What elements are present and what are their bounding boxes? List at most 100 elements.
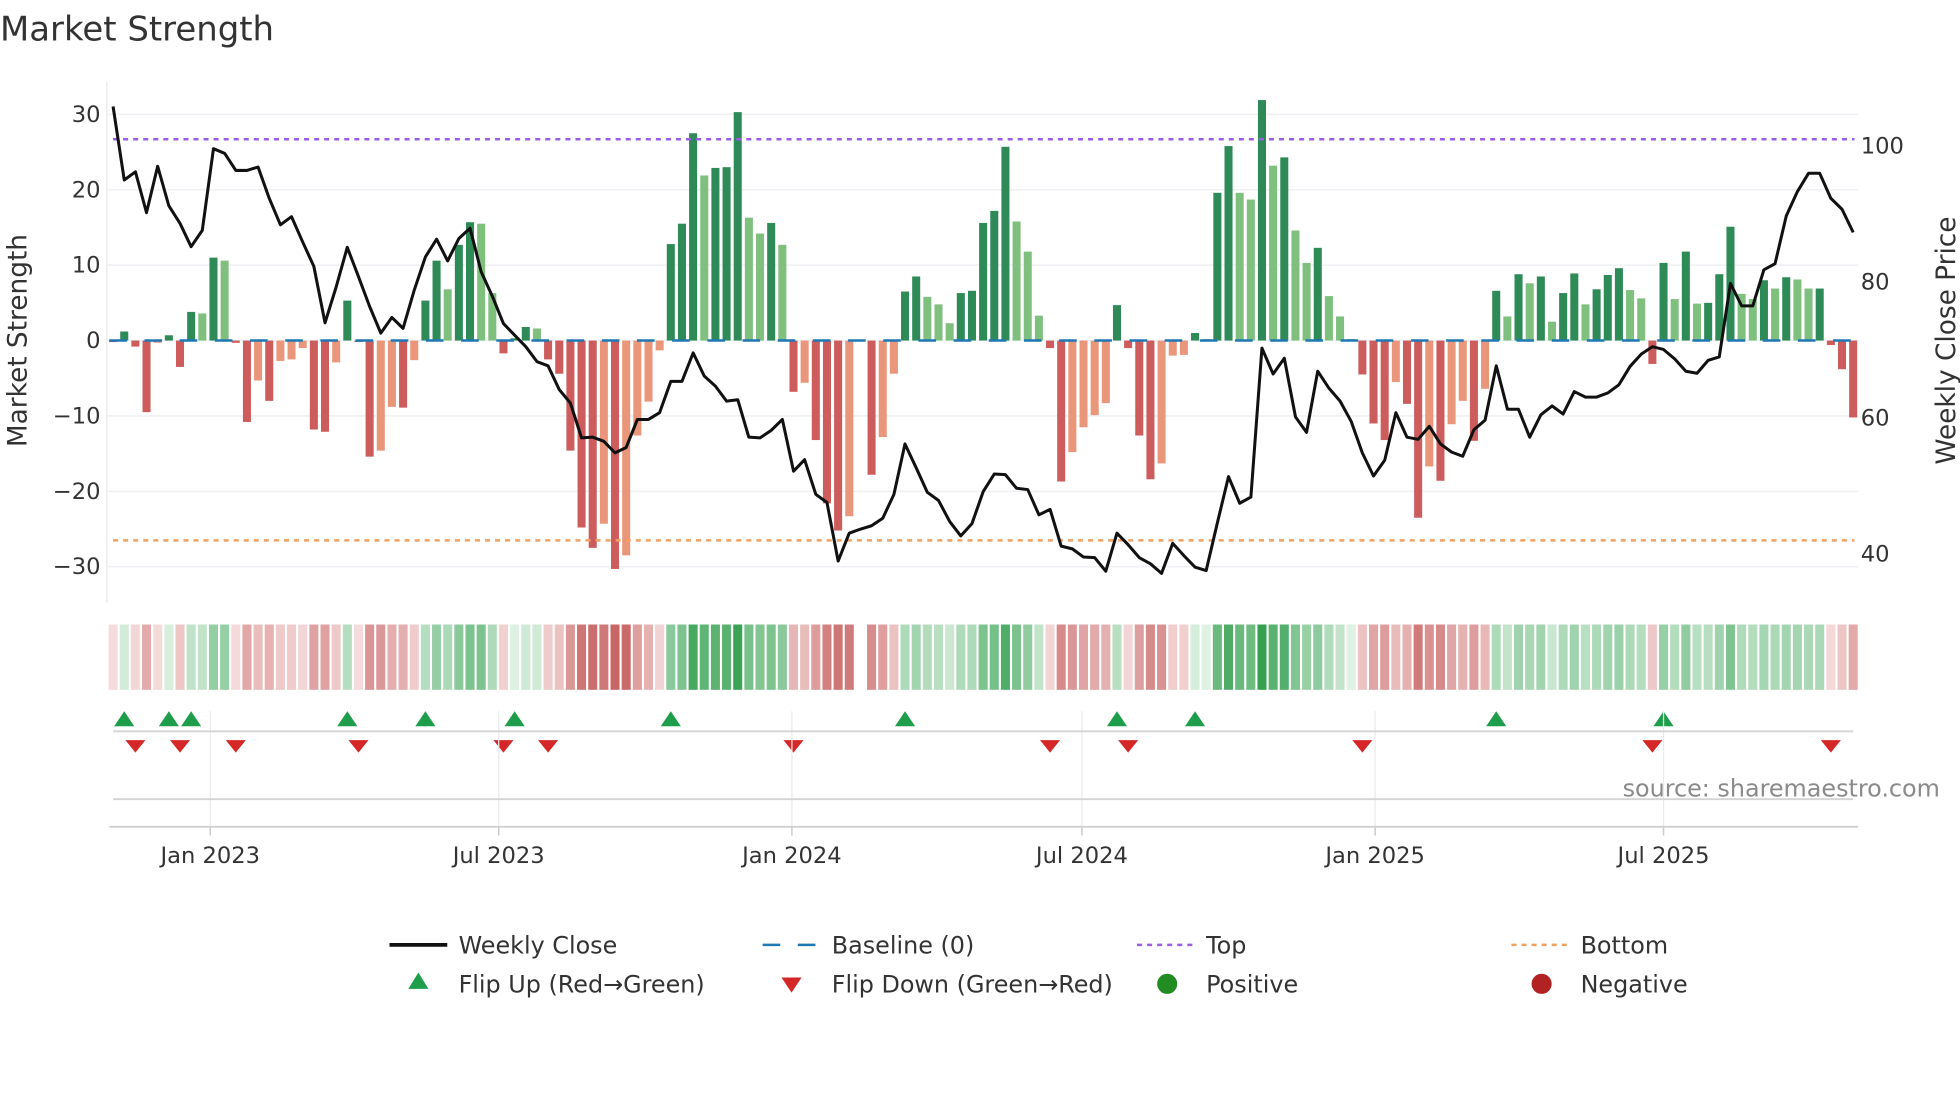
- negative-bar: [867, 340, 876, 475]
- strip-cell: [1157, 624, 1167, 690]
- positive-bar: [1001, 146, 1010, 341]
- strip-cell: [1804, 624, 1814, 690]
- flip-up-icon: [1106, 711, 1128, 727]
- strip-cell: [1402, 624, 1412, 690]
- negative-bar: [1425, 340, 1434, 467]
- strip-cell: [878, 624, 888, 690]
- flip-up-icon: [337, 711, 358, 727]
- strip-cell: [922, 624, 932, 690]
- positive-bar: [1759, 280, 1768, 341]
- strip-cell: [1212, 624, 1222, 690]
- strip-cell: [220, 624, 230, 690]
- strip-cell: [487, 624, 497, 690]
- strip-cell: [621, 624, 631, 690]
- strip-cell: [833, 624, 843, 690]
- x-axis: Jan 2023 Jul 2023 Jan 2024 Jul 2024 Jan 2025…: [109, 711, 1859, 869]
- strip-cell: [933, 624, 944, 690]
- strip-cell: [1536, 624, 1546, 690]
- flip-up-icon: [114, 711, 135, 727]
- negative-bar: [1481, 340, 1490, 389]
- strip-cell: [1525, 624, 1535, 690]
- source-label: source: sharemaestro.com: [1623, 775, 1940, 803]
- flip-up-icon: [158, 711, 179, 727]
- negative-bar: [789, 340, 798, 392]
- strip-cell: [1514, 624, 1524, 690]
- strip-cell: [186, 624, 196, 690]
- strip-cell: [722, 624, 732, 690]
- strip-cell: [264, 624, 274, 690]
- flip-down-legend-icon: [781, 977, 802, 993]
- strip-cell: [1235, 624, 1245, 690]
- strip-cell: [643, 624, 654, 690]
- legend-label: Flip Down (Green→Red): [832, 971, 1113, 999]
- strip-cell: [1480, 624, 1490, 690]
- strip-cell: [1324, 624, 1334, 690]
- strip-cell: [1547, 624, 1557, 690]
- flip-down-icon: [1352, 740, 1373, 753]
- strip-cell: [543, 624, 553, 690]
- strip-cell: [1134, 624, 1144, 690]
- strip-cell: [1179, 624, 1189, 690]
- strip-cell: [1592, 624, 1602, 690]
- strip-cell: [755, 624, 765, 690]
- positive-bar: [1782, 277, 1791, 341]
- legend-label: Top: [1205, 932, 1246, 960]
- strip-cell: [744, 624, 754, 690]
- strip-cell: [1748, 624, 1758, 690]
- strip-cell: [376, 624, 386, 690]
- market-strength-chart: Market Strength 3020100−10−20−3010080604…: [0, 9, 1960, 999]
- negative-bar: [1101, 340, 1110, 404]
- positive-bar: [1213, 192, 1222, 341]
- strip-cell: [1034, 624, 1044, 690]
- strip-cell: [967, 624, 977, 690]
- positive-bar: [967, 290, 976, 341]
- positive-bar: [1603, 274, 1612, 341]
- strip-cell: [1012, 624, 1022, 690]
- flip-down-icon: [125, 740, 146, 753]
- strip-cell: [510, 624, 520, 690]
- legend-label: Baseline (0): [832, 932, 975, 960]
- strip-cell: [1815, 624, 1825, 690]
- strip-cell: [1447, 624, 1457, 690]
- negative-bar: [845, 340, 854, 517]
- positive-bar: [700, 175, 709, 341]
- y-left-tick-label: −10: [53, 403, 101, 429]
- x-tick-label: Jan 2023: [158, 843, 260, 869]
- positive-bar: [1514, 274, 1523, 341]
- strip-cell: [1625, 624, 1635, 690]
- positive-bar: [532, 328, 541, 341]
- strip-cell: [1636, 624, 1646, 690]
- negative-bar: [309, 340, 318, 430]
- positive-bar: [1492, 290, 1501, 341]
- strip-cell: [1580, 624, 1590, 690]
- y-axis-left-label: Market Strength: [3, 234, 33, 447]
- flip-down-icon: [1039, 740, 1061, 753]
- negative-bar: [1447, 340, 1456, 425]
- negative-bar: [131, 340, 140, 347]
- negative-bar: [265, 340, 274, 401]
- positive-bar: [666, 244, 675, 341]
- strip-cell: [989, 624, 999, 690]
- flip-up-icon: [660, 711, 681, 727]
- positive-bar: [454, 244, 463, 341]
- strip-cell: [1737, 624, 1747, 690]
- strip-cell: [1257, 624, 1267, 690]
- strip-cell: [577, 624, 587, 690]
- positive-bar: [1536, 276, 1545, 341]
- positive-bar: [521, 326, 530, 341]
- negative-bar: [1402, 340, 1412, 404]
- strength-heat-strip: [108, 624, 1858, 690]
- flip-up-icon: [1185, 711, 1206, 727]
- negative-bar: [1369, 340, 1378, 424]
- strip-cell: [610, 624, 620, 690]
- strip-cell: [498, 624, 509, 690]
- positive-bar: [1224, 146, 1233, 341]
- negative-bar: [1079, 340, 1088, 428]
- strip-cell: [398, 624, 408, 690]
- strip-cell: [599, 624, 609, 690]
- negative-bar: [410, 340, 419, 361]
- positive-bar: [1246, 199, 1255, 341]
- strip-cell: [532, 624, 542, 690]
- strip-cell: [1681, 624, 1691, 690]
- negative-bar: [822, 340, 831, 504]
